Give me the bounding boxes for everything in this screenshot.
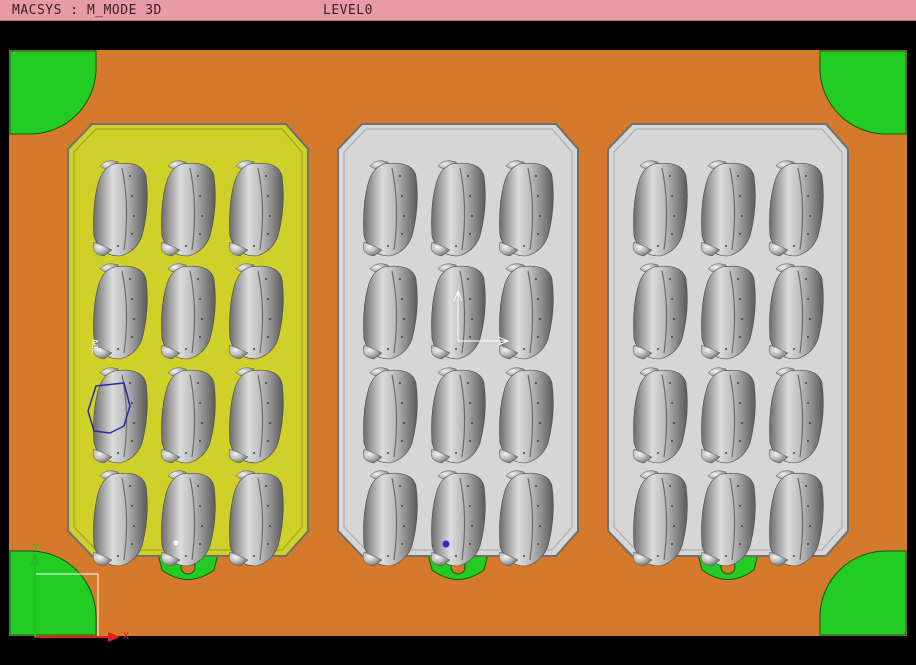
axis-x-label: X bbox=[123, 631, 129, 642]
cavity-part[interactable] bbox=[362, 160, 418, 257]
cavity-part[interactable] bbox=[160, 470, 216, 567]
cavity-part[interactable] bbox=[498, 263, 554, 360]
cavity-part[interactable] bbox=[768, 263, 824, 360]
cavity-part[interactable] bbox=[92, 263, 148, 360]
level-label: LEVEL0 bbox=[323, 3, 373, 18]
cavity-part[interactable] bbox=[498, 160, 554, 257]
cavity-part[interactable] bbox=[768, 470, 824, 567]
cavity-part[interactable] bbox=[632, 367, 688, 464]
cavity-part[interactable] bbox=[92, 470, 148, 567]
cavity-part[interactable] bbox=[700, 367, 756, 464]
cavity-part[interactable] bbox=[632, 263, 688, 360]
cavity-part[interactable] bbox=[228, 470, 284, 567]
cavity-part[interactable] bbox=[430, 470, 486, 567]
cavity-part[interactable] bbox=[498, 367, 554, 464]
cavity-part[interactable] bbox=[498, 470, 554, 567]
cavity-part[interactable] bbox=[430, 367, 486, 464]
origin-dot bbox=[442, 540, 450, 548]
cavity-part[interactable] bbox=[92, 367, 148, 464]
cavity-part[interactable] bbox=[160, 263, 216, 360]
cavity-part[interactable] bbox=[228, 160, 284, 257]
cavity-part[interactable] bbox=[160, 160, 216, 257]
cavity-part[interactable] bbox=[632, 160, 688, 257]
reference-dot bbox=[173, 540, 179, 546]
title-bar: MACSYS : M_MODE 3D LEVEL0 bbox=[0, 0, 916, 21]
cavity-part[interactable] bbox=[700, 263, 756, 360]
cavity-part[interactable] bbox=[768, 160, 824, 257]
cavity-part[interactable] bbox=[768, 367, 824, 464]
cavity-part[interactable] bbox=[228, 367, 284, 464]
cavity-part[interactable] bbox=[362, 470, 418, 567]
model-scene[interactable]: AOL X Y bbox=[0, 21, 916, 665]
cavity-part[interactable] bbox=[700, 470, 756, 567]
cavity-part[interactable] bbox=[362, 367, 418, 464]
cavity-part[interactable] bbox=[228, 263, 284, 360]
cavity-part[interactable] bbox=[92, 160, 148, 257]
cavity-part[interactable] bbox=[362, 263, 418, 360]
cavity-part[interactable] bbox=[430, 160, 486, 257]
cavity-part[interactable] bbox=[160, 367, 216, 464]
tray-side-label: AOL bbox=[90, 339, 99, 354]
cavity-part[interactable] bbox=[632, 470, 688, 567]
system-mode-label: MACSYS : M_MODE 3D bbox=[12, 3, 162, 18]
cad-viewport[interactable]: AOL X Y bbox=[0, 21, 916, 665]
axis-y-label: Y bbox=[33, 543, 39, 554]
cavity-part[interactable] bbox=[700, 160, 756, 257]
